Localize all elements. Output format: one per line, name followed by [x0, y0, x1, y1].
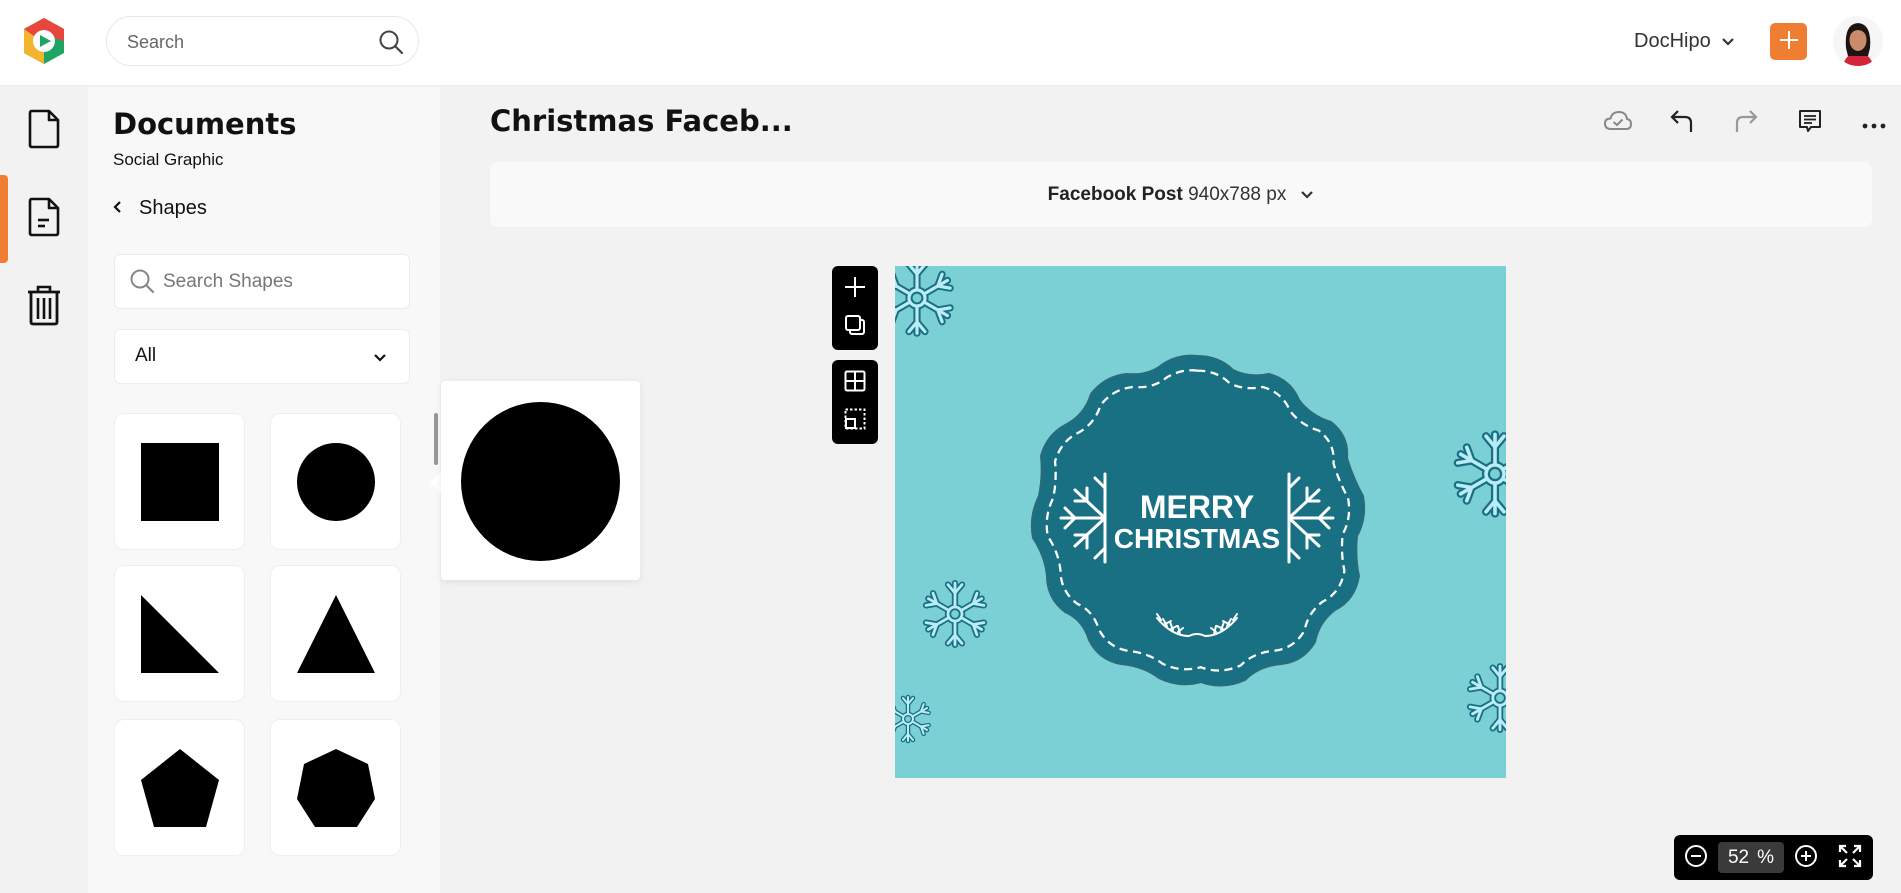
more-options-button[interactable] — [1842, 104, 1901, 142]
search-icon — [129, 268, 155, 298]
document-size-selector[interactable]: Facebook Post 940x788 px — [490, 162, 1872, 227]
panel-title: Documents — [113, 107, 297, 141]
add-page-button[interactable] — [832, 270, 878, 308]
page-tool-group-2 — [832, 360, 878, 444]
rail-item-new-document[interactable] — [0, 87, 88, 175]
snowflake-decoration — [1469, 666, 1506, 729]
top-bar: DocHipo — [0, 0, 1901, 86]
select-area-button[interactable] — [832, 402, 878, 440]
icon-rail — [0, 87, 88, 893]
chevron-left-icon — [113, 199, 123, 218]
zoom-level[interactable]: 52 % — [1718, 842, 1784, 873]
save-status-button[interactable] — [1586, 104, 1650, 142]
zoom-in-button[interactable] — [1784, 835, 1828, 880]
badge: MERRY CHRISTMAS — [1030, 354, 1366, 687]
expand-icon — [1838, 844, 1862, 872]
create-new-button[interactable] — [1770, 23, 1807, 60]
ellipsis-icon — [1862, 114, 1886, 133]
workspace-dropdown[interactable]: DocHipo — [1634, 26, 1735, 56]
comments-button[interactable] — [1778, 104, 1842, 142]
select-area-icon — [844, 408, 866, 434]
greeting-line-2: CHRISTMAS — [1114, 523, 1280, 554]
user-avatar[interactable] — [1833, 16, 1883, 66]
grid-button[interactable] — [832, 364, 878, 402]
cloud-check-icon — [1603, 110, 1633, 136]
redo-button[interactable] — [1714, 104, 1778, 142]
pentagon-shape-icon — [140, 748, 219, 827]
plus-circle-icon — [1794, 844, 1818, 872]
rail-item-trash[interactable] — [0, 263, 88, 351]
duplicate-icon — [844, 314, 866, 340]
shape-tile-heptagon[interactable] — [270, 719, 401, 856]
size-type: Facebook Post — [1047, 183, 1183, 205]
page-tools — [832, 266, 878, 444]
snowflake-decoration — [895, 697, 930, 741]
chevron-down-icon — [1721, 30, 1735, 53]
triangle-shape-icon — [296, 594, 375, 673]
document-text-icon — [27, 197, 61, 241]
circle-preview — [461, 402, 620, 561]
circle-shape-icon — [296, 442, 375, 521]
panel-scrollbar[interactable] — [434, 413, 438, 465]
square-shape-icon — [140, 442, 219, 521]
shape-search — [114, 254, 410, 309]
shape-tile-triangle[interactable] — [270, 565, 401, 702]
greeting-line-1: MERRY — [1140, 489, 1254, 525]
zoom-out-button[interactable] — [1674, 835, 1718, 880]
heptagon-shape-icon — [296, 748, 375, 827]
documents-panel: Documents Social Graphic Shapes All — [88, 87, 440, 893]
design-canvas[interactable]: MERRY CHRISTMAS — [895, 266, 1506, 778]
global-search-input[interactable] — [127, 29, 357, 55]
chevron-down-icon — [1300, 185, 1314, 204]
size-dimensions: 940x788 px — [1188, 183, 1287, 205]
shape-tile-pentagon[interactable] — [114, 719, 245, 856]
preview-pointer — [430, 472, 441, 494]
fullscreen-button[interactable] — [1828, 835, 1872, 880]
zoom-unit: % — [1757, 846, 1775, 868]
workspace-label: DocHipo — [1634, 29, 1711, 52]
search-icon[interactable] — [378, 29, 404, 55]
snowflake-decoration — [925, 583, 985, 645]
shape-tile-right-triangle[interactable] — [114, 565, 245, 702]
zoom-controls: 52 % — [1674, 835, 1873, 880]
back-to-elements-button[interactable]: Shapes — [113, 197, 207, 220]
shape-tile-square[interactable] — [114, 413, 245, 550]
undo-button[interactable] — [1650, 104, 1714, 142]
global-search — [106, 16, 419, 66]
plus-icon — [844, 276, 866, 302]
undo-icon — [1669, 108, 1695, 138]
comment-icon — [1797, 108, 1823, 138]
panel-subtitle: Social Graphic — [113, 150, 224, 169]
editor-toolbar — [1586, 104, 1901, 142]
section-label: Shapes — [139, 197, 207, 219]
grid-icon — [844, 370, 866, 396]
shape-preview-popover — [441, 381, 640, 580]
chevron-down-icon — [373, 348, 387, 367]
page-tool-group-1 — [832, 266, 878, 350]
duplicate-page-button[interactable] — [832, 308, 878, 346]
snowflake-decoration — [1456, 434, 1506, 513]
redo-icon — [1733, 108, 1759, 138]
right-triangle-shape-icon — [140, 594, 219, 673]
size-label: Facebook Post 940x788 px — [1048, 184, 1287, 206]
shape-category-select[interactable]: All — [114, 329, 410, 384]
dochipo-logo[interactable] — [20, 16, 68, 66]
christmas-design: MERRY CHRISTMAS — [895, 266, 1506, 778]
file-icon — [27, 109, 61, 153]
zoom-value: 52 — [1727, 846, 1750, 868]
category-value: All — [135, 345, 157, 366]
rail-item-documents[interactable] — [0, 175, 88, 263]
snowflake-decoration — [895, 266, 951, 333]
document-title[interactable]: Christmas Faceb... — [490, 104, 793, 138]
minus-circle-icon — [1684, 844, 1708, 872]
shape-search-input[interactable] — [163, 269, 393, 295]
trash-icon — [26, 284, 62, 330]
plus-icon — [1778, 29, 1800, 55]
shape-tile-circle[interactable] — [270, 413, 401, 550]
